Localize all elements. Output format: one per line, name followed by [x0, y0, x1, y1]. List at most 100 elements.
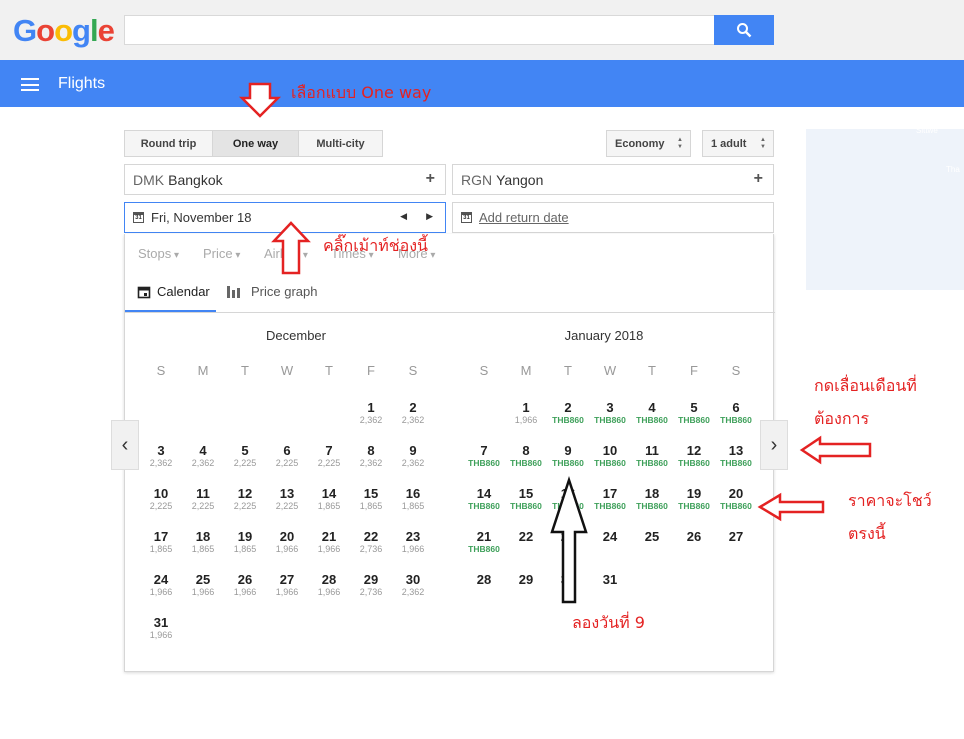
calendar-day[interactable]: 24 1,966: [140, 572, 182, 598]
calendar-day[interactable]: 12 2,225: [224, 486, 266, 512]
calendar-day[interactable]: 7 THB860: [463, 443, 505, 469]
calendar-day[interactable]: 20 THB860: [715, 486, 757, 512]
day-price: 2,362: [401, 458, 425, 468]
calendar-day[interactable]: 21 THB860: [463, 529, 505, 555]
calendar-day[interactable]: 4 2,362: [182, 443, 224, 469]
calendar-day[interactable]: 15 THB860: [505, 486, 547, 512]
bar-chart-icon: [227, 285, 240, 298]
destination-field[interactable]: RGN Yangon +: [452, 164, 774, 195]
day-price: 1,966: [401, 544, 425, 554]
day-price: 2,225: [191, 501, 215, 511]
filter-stops[interactable]: Stops: [138, 246, 179, 261]
calendar-day[interactable]: 5 THB860: [673, 400, 715, 426]
day-number: 11: [645, 443, 659, 458]
calendar-day[interactable]: 18 1,865: [182, 529, 224, 555]
calendar-day[interactable]: 25 1,966: [182, 572, 224, 598]
calendar-day[interactable]: 22 2,736: [350, 529, 392, 555]
calendar-day[interactable]: 5 2,225: [224, 443, 266, 469]
add-destination-icon[interactable]: +: [754, 170, 763, 188]
search-input[interactable]: [124, 15, 715, 45]
calendar-day[interactable]: 10 2,225: [140, 486, 182, 512]
calendar-day[interactable]: 30: [547, 572, 589, 587]
calendar-day[interactable]: 16 1,865: [392, 486, 434, 512]
annotation-try-day: ลองวันที่ 9: [572, 613, 645, 632]
weekday-header: M: [520, 363, 532, 378]
calendar-day[interactable]: 26: [673, 529, 715, 544]
calendar-day[interactable]: 17 THB860: [589, 486, 631, 512]
calendar-day[interactable]: 6 THB860: [715, 400, 757, 426]
filter-price[interactable]: Price: [203, 246, 240, 261]
google-logo[interactable]: Google: [13, 13, 115, 49]
calendar-day[interactable]: 29: [505, 572, 547, 587]
calendar-day[interactable]: 8 THB860: [505, 443, 547, 469]
day-price: THB860: [594, 458, 626, 468]
next-date-icon[interactable]: ▶: [426, 211, 433, 222]
calendar-day[interactable]: 14 THB860: [463, 486, 505, 512]
calendar-day[interactable]: 7 2,225: [308, 443, 350, 469]
calendar-day[interactable]: 31 1,966: [140, 615, 182, 641]
calendar-day[interactable]: 10 THB860: [589, 443, 631, 469]
calendar-day[interactable]: 19 1,865: [224, 529, 266, 555]
filter-airline[interactable]: Airline: [264, 246, 308, 261]
calendar-day[interactable]: 6 2,225: [266, 443, 308, 469]
menu-icon[interactable]: [21, 78, 39, 91]
calendar-day[interactable]: 13 2,225: [266, 486, 308, 512]
calendar-day[interactable]: 25: [631, 529, 673, 544]
calendar-day[interactable]: 8 2,362: [350, 443, 392, 469]
search-button[interactable]: [714, 15, 774, 45]
calendar-day[interactable]: 24: [589, 529, 631, 544]
calendar-day[interactable]: 23: [547, 529, 589, 544]
calendar-day[interactable]: 14 1,865: [308, 486, 350, 512]
calendar-day[interactable]: 11 2,225: [182, 486, 224, 512]
calendar-day[interactable]: 23 1,966: [392, 529, 434, 555]
calendar-day[interactable]: 2 THB860: [547, 400, 589, 426]
depart-date-field[interactable]: 31 Fri, November 18 ◀ ▶: [124, 202, 446, 233]
calendar-day[interactable]: 16 THB860: [547, 486, 589, 512]
calendar-day[interactable]: 22: [505, 529, 547, 544]
annotation-click-field: คลิ๊กเม้าท์ช่องนี้: [323, 236, 428, 255]
day-number: 12: [686, 443, 702, 458]
prev-month-button[interactable]: ‹: [111, 420, 139, 470]
calendar-day[interactable]: 2 2,362: [392, 400, 434, 426]
next-month-button[interactable]: ›: [760, 420, 788, 470]
calendar-day[interactable]: 28: [463, 572, 505, 587]
calendar-day[interactable]: 30 2,362: [392, 572, 434, 598]
origin-field[interactable]: DMK Bangkok +: [124, 164, 446, 195]
weekday-header: S: [479, 363, 489, 378]
calendar-day[interactable]: 4 THB860: [631, 400, 673, 426]
trip-type-multi-city[interactable]: Multi-city: [298, 130, 383, 157]
calendar-day[interactable]: 9 2,362: [392, 443, 434, 469]
calendar-day[interactable]: 17 1,865: [140, 529, 182, 555]
calendar-day[interactable]: 1 1,966: [505, 400, 547, 426]
map-preview[interactable]: Sittwe Tha: [806, 126, 964, 290]
calendar-day[interactable]: 11 THB860: [631, 443, 673, 469]
passengers-select[interactable]: 1 adult ▲ ▼: [702, 130, 774, 157]
return-date-field[interactable]: 31 Add return date: [452, 202, 774, 233]
passengers-label: 1 adult: [711, 137, 747, 150]
trip-type-round-trip[interactable]: Round trip: [124, 130, 213, 157]
cabin-class-select[interactable]: Economy ▲ ▼: [606, 130, 691, 157]
calendar-day[interactable]: 3 THB860: [589, 400, 631, 426]
calendar-day[interactable]: 27 1,966: [266, 572, 308, 598]
calendar-day[interactable]: 13 THB860: [715, 443, 757, 469]
calendar-day[interactable]: 31: [589, 572, 631, 587]
calendar-day[interactable]: 3 2,362: [140, 443, 182, 469]
tab-calendar[interactable]: Calendar: [137, 284, 210, 299]
depart-date-label: Fri, November 18: [151, 210, 252, 225]
calendar-day[interactable]: 29 2,736: [350, 572, 392, 598]
calendar-day[interactable]: 20 1,966: [266, 529, 308, 555]
prev-date-icon[interactable]: ◀: [400, 211, 407, 222]
tab-price-graph[interactable]: Price graph: [226, 284, 317, 299]
add-origin-icon[interactable]: +: [426, 170, 435, 188]
calendar-day[interactable]: 26 1,966: [224, 572, 266, 598]
calendar-day[interactable]: 19 THB860: [673, 486, 715, 512]
calendar-day[interactable]: 21 1,966: [308, 529, 350, 555]
trip-type-one-way[interactable]: One way: [212, 130, 299, 157]
calendar-day[interactable]: 12 THB860: [673, 443, 715, 469]
calendar-day[interactable]: 1 2,362: [350, 400, 392, 426]
calendar-day[interactable]: 9 THB860: [547, 443, 589, 469]
calendar-day[interactable]: 18 THB860: [631, 486, 673, 512]
calendar-day[interactable]: 28 1,966: [308, 572, 350, 598]
calendar-day[interactable]: 27: [715, 529, 757, 544]
calendar-day[interactable]: 15 1,865: [350, 486, 392, 512]
